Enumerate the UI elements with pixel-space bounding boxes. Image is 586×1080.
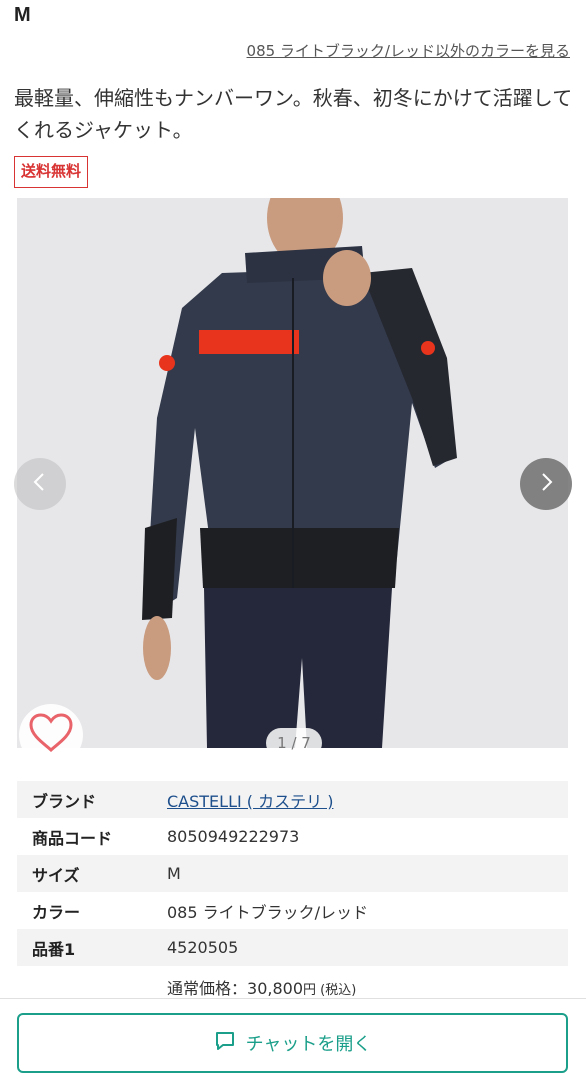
price-amount: 30,800 — [247, 979, 303, 998]
price-label: 通常価格： — [167, 979, 248, 998]
spec-label: サイズ — [17, 855, 167, 892]
heart-icon — [28, 713, 74, 757]
other-colors-link[interactable]: 085 ライトブラック/レッド以外のカラーを見る — [247, 40, 570, 61]
spec-value: 8050949222973 — [167, 827, 300, 846]
table-row: 商品コード 8050949222973 — [17, 818, 568, 855]
spec-label: 品番1 — [17, 929, 167, 966]
spec-value: 085 ライトブラック/レッド — [167, 902, 369, 922]
price-currency: 円 — [303, 983, 317, 998]
image-counter: 1 / 7 — [266, 728, 322, 758]
regular-price: 通常価格：30,800円 (税込) — [167, 975, 356, 999]
size-title: M — [14, 4, 31, 26]
spec-value: 4520505 — [167, 929, 568, 966]
spec-label: ブランド — [17, 781, 167, 818]
table-row: 品番1 4520505 — [17, 929, 568, 966]
table-row: カラー 085 ライトブラック/レッド — [17, 892, 568, 929]
product-photo — [17, 198, 568, 748]
chat-button-label: チャットを開く — [245, 1034, 372, 1055]
product-image[interactable] — [17, 198, 568, 748]
chat-bubble-icon — [214, 1030, 236, 1057]
favorite-button[interactable] — [19, 704, 83, 766]
brand-link[interactable]: CASTELLI ( カステリ ) — [167, 792, 333, 811]
spec-label: カラー — [32, 902, 81, 922]
chevron-left-icon — [29, 471, 51, 497]
product-description: 最軽量、伸縮性もナンバーワン。秋春、初冬にかけて活躍してくれるジャケット。 — [14, 86, 573, 142]
spec-label: 商品コード — [32, 828, 113, 848]
free-shipping-badge: 送料無料 — [14, 156, 89, 188]
chevron-right-icon — [535, 471, 557, 497]
spec-value: CASTELLI ( カステリ ) — [167, 781, 568, 818]
table-row: ブランド CASTELLI ( カステリ ) — [17, 781, 568, 818]
prev-image-button[interactable] — [14, 458, 66, 510]
next-image-button[interactable] — [520, 458, 572, 510]
open-chat-button[interactable]: チャットを開く — [17, 1013, 568, 1073]
spec-table: ブランド CASTELLI ( カステリ ) 商品コード 80509492229… — [17, 781, 568, 966]
price-tax: (税込) — [316, 983, 357, 998]
spec-value: M — [167, 855, 568, 892]
table-row: サイズ M — [17, 855, 568, 892]
bottom-bar: チャットを開く — [0, 998, 586, 1080]
